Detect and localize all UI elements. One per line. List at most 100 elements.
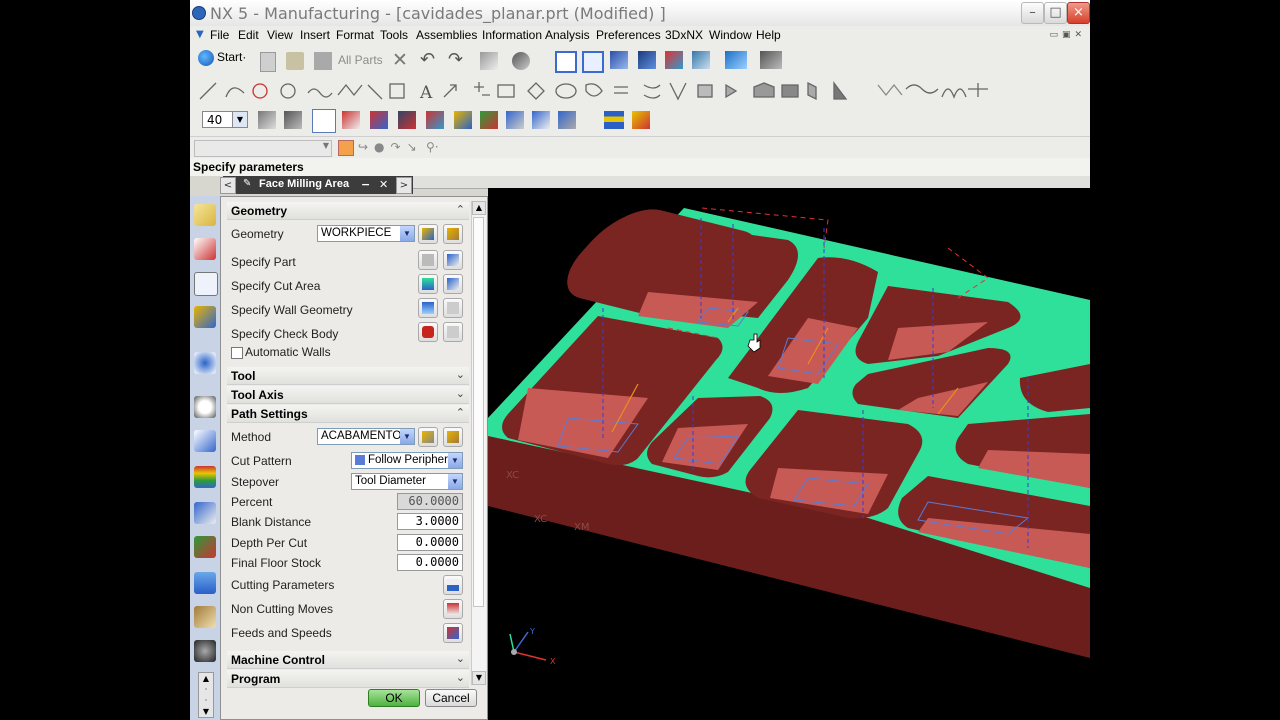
redo-icon[interactable]: ↷ [448,49,463,70]
stepover-select[interactable]: Tool Diameter ▼ [351,473,463,490]
automatic-walls-checkbox[interactable] [231,347,243,359]
undo-icon[interactable]: ↶ [420,49,435,70]
snap-point-icons[interactable]: ↪●↷↘ [358,140,423,154]
materials-icon[interactable] [194,606,216,628]
nx-app-icon[interactable] [192,6,206,20]
menu-information[interactable]: Information [482,28,542,42]
blank-distance-input[interactable]: 3.0000 [397,513,463,530]
part-icon[interactable]: ▼ [196,29,204,40]
edge-style-icon[interactable] [760,51,782,69]
wcs-icon[interactable] [284,111,302,129]
section-geometry[interactable]: Geometry ⌃ [227,202,469,220]
percent-input[interactable]: 60.0000 [397,493,463,510]
maximize-button[interactable]: □ [1044,2,1067,24]
resource-bar-scroll[interactable]: ▲ · · ▼ [198,672,214,718]
method-select[interactable]: ACABAMENTO ▼ [317,428,415,445]
minimize-button[interactable]: – [1021,2,1044,24]
visualization-icon[interactable] [194,466,216,488]
all-parts-button[interactable]: All Parts [338,53,383,67]
pin-icon[interactable]: ✎ [243,178,251,189]
assembly-navigator-icon[interactable] [194,204,216,226]
palette-icon[interactable] [194,640,216,662]
cut-pattern-select[interactable]: Follow Periphery ▼ [351,452,463,469]
roles-icon[interactable] [194,536,216,558]
ok-button[interactable]: OK [368,689,420,707]
part-navigator-icon[interactable] [194,238,216,260]
operation-navigator-icon[interactable] [194,272,218,296]
minimize-dialog-icon[interactable]: − [361,178,370,191]
menu-preferences[interactable]: Preferences [596,28,661,42]
reuse-library-icon[interactable] [194,430,216,452]
shop-doc-icon[interactable] [604,111,624,129]
create-operation-icon[interactable] [454,111,472,129]
zoom-icon[interactable] [582,51,604,73]
fit-icon[interactable] [555,51,577,73]
menu-3dxnx[interactable]: 3DxNX [665,28,703,42]
menu-help[interactable]: Help [756,28,781,42]
depth-per-cut-input[interactable]: 0.0000 [397,534,463,551]
delete-icon[interactable]: ✕ [392,49,408,71]
select-mode-icon[interactable] [312,109,336,133]
menu-view[interactable]: View [267,28,293,42]
menu-format[interactable]: Format [336,28,374,42]
output-cls-icon[interactable] [632,111,650,129]
generate-toolpath-icon[interactable] [480,111,498,129]
menu-analysis[interactable]: Analysis [545,28,590,42]
render-style-icon[interactable] [665,51,683,69]
view-triad-icon[interactable] [692,51,710,69]
geometry-select[interactable]: WORKPIECE ▼ [317,225,415,242]
type-filter-select[interactable]: ▼ [194,140,332,157]
specify-cut-area-button[interactable] [418,274,438,294]
verify-toolpath-icon[interactable] [506,111,524,129]
snap-icon[interactable] [338,140,354,156]
specify-part-button[interactable] [418,250,438,270]
search-icon[interactable]: ⚲· [426,140,439,154]
paste-icon[interactable] [512,52,530,70]
csys-icon[interactable] [342,111,360,129]
menu-assemblies[interactable]: Assemblies [416,28,477,42]
open-icon[interactable] [286,52,304,70]
section-tool-axis[interactable]: Tool Axis ⌄ [227,386,469,404]
cut-icon[interactable] [480,52,498,70]
start-button[interactable]: Start· [198,50,246,66]
curve-tools-icons[interactable]: A [198,79,998,103]
machine-tool-navigator-icon[interactable] [194,306,216,328]
menu-insert[interactable]: Insert [300,28,330,42]
zoom-level-select[interactable]: 40 ▼ [202,111,248,128]
display-cut-area-button[interactable] [443,274,463,294]
scroll-thumb[interactable] [473,217,484,607]
section-machine-control[interactable]: Machine Control ⌄ [227,651,469,669]
web-browser-icon[interactable] [194,352,216,374]
process-studio-icon[interactable] [194,502,216,524]
edit-geometry-button[interactable] [443,224,463,244]
edit-method-button[interactable] [443,427,463,447]
section-program[interactable]: Program ⌄ [227,670,469,688]
history-icon[interactable] [194,396,216,418]
feeds-and-speeds-button[interactable] [443,623,463,643]
new-geometry-button[interactable] [418,224,438,244]
cancel-button[interactable]: Cancel [425,689,477,707]
close-button[interactable]: × [1067,2,1090,24]
menu-file[interactable]: File [210,28,229,42]
shaded-view-icon[interactable] [725,51,747,69]
mdi-controls[interactable]: ▭▣✕ [1049,30,1086,40]
simulate-icon[interactable] [532,111,550,129]
part-model-view[interactable]: XC XC XM Y X [488,188,1090,720]
orient-view-icon[interactable] [638,51,656,69]
wcs-dynamics-icon[interactable] [370,111,388,129]
final-floor-stock-input[interactable]: 0.0000 [397,554,463,571]
section-path-settings[interactable]: Path Settings ⌃ [227,405,469,423]
rotate-icon[interactable] [610,51,628,69]
menu-tools[interactable]: Tools [380,28,408,42]
graphics-window[interactable]: XC XC XM Y X [488,188,1090,720]
save-icon[interactable] [314,52,332,70]
dialog-scrollbar[interactable]: ▲ ▼ [471,201,486,685]
menu-window[interactable]: Window [709,28,752,42]
specify-check-body-button[interactable] [418,322,438,342]
cutting-parameters-button[interactable] [443,575,463,595]
layer-icon[interactable] [258,111,276,129]
scroll-down-icon[interactable]: ▼ [472,671,486,685]
new-icon[interactable] [260,52,276,72]
non-cutting-moves-button[interactable] [443,599,463,619]
orient-wcs-icon[interactable] [426,111,444,129]
